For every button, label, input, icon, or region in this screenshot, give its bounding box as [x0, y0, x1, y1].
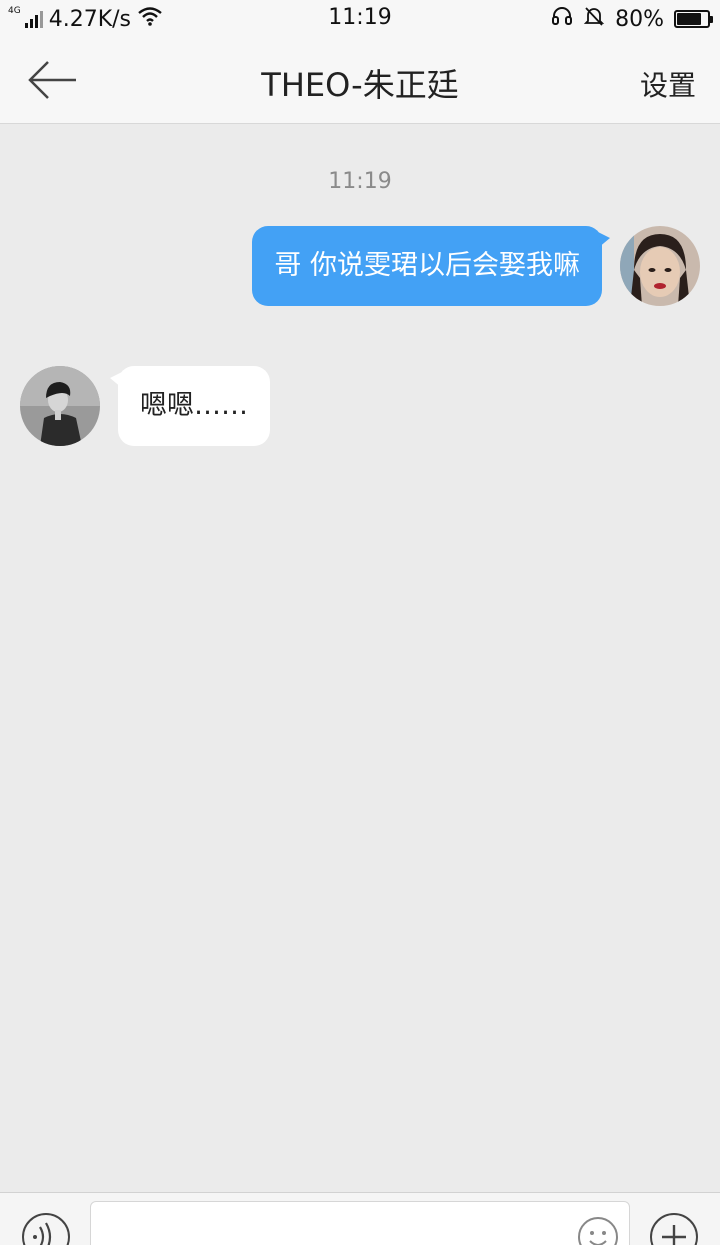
chat-title: THEO-朱正廷 [261, 66, 459, 104]
outgoing-message-text: 哥 你说雯珺以后会娶我嘛 [274, 250, 580, 281]
back-arrow-icon[interactable] [26, 58, 82, 102]
status-right: 80% [551, 5, 713, 33]
status-bar: 4G 4.27K/s 11:19 80% [0, 0, 720, 38]
outgoing-message-bubble[interactable]: 哥 你说雯珺以后会娶我嘛 [252, 226, 610, 306]
mute-bell-icon [583, 5, 605, 33]
bubble-tail [598, 232, 610, 248]
my-avatar[interactable] [620, 226, 700, 306]
emoji-icon[interactable] [578, 1217, 618, 1245]
plus-icon[interactable] [650, 1213, 698, 1245]
headset-icon [551, 5, 573, 33]
battery-icon [674, 10, 713, 28]
incoming-message-bubble[interactable]: 嗯嗯…… [110, 366, 270, 446]
chat-area[interactable]: 11:19 哥 你说雯珺以后会娶我嘛 嗯嗯…… [0, 125, 720, 1192]
voice-icon[interactable] [22, 1213, 70, 1245]
input-bar [0, 1192, 720, 1245]
message-input[interactable] [90, 1201, 630, 1245]
nav-bar: THEO-朱正廷 设置 [0, 38, 720, 124]
battery-percent: 80% [615, 6, 664, 32]
settings-button[interactable]: 设置 [640, 64, 696, 104]
contact-avatar[interactable] [20, 366, 100, 446]
battery-fill [677, 13, 701, 25]
incoming-message-text: 嗯嗯…… [140, 390, 248, 421]
bubble-tail [110, 372, 122, 388]
message-timestamp: 11:19 [328, 169, 392, 194]
